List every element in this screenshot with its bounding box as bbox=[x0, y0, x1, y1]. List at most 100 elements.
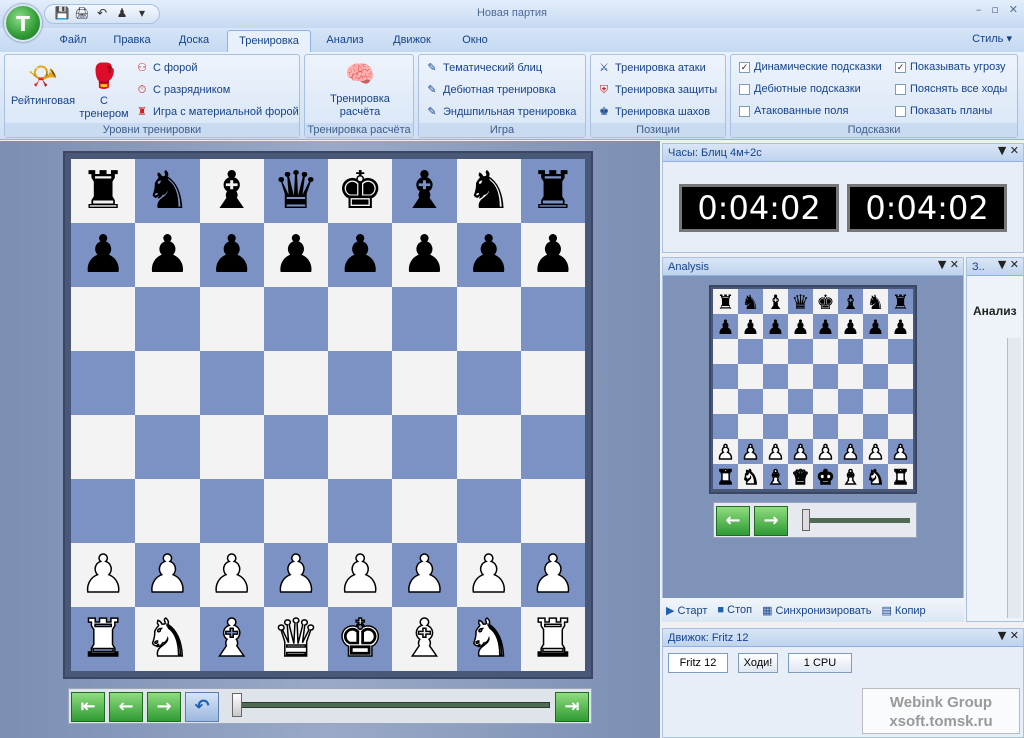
black-rook-icon[interactable]: ♜ bbox=[717, 292, 735, 312]
black-rook-icon[interactable]: ♜ bbox=[892, 292, 910, 312]
black-pawn-icon[interactable]: ♟ bbox=[717, 317, 735, 337]
white-bishop-icon[interactable]: ♝ bbox=[400, 612, 448, 666]
white-pawn-icon[interactable]: ♟ bbox=[465, 548, 513, 602]
board-square[interactable]: ♛ bbox=[263, 159, 328, 223]
board-square[interactable] bbox=[788, 339, 813, 364]
white-rook-icon[interactable]: ♜ bbox=[79, 612, 127, 666]
tab-engine[interactable]: Движок bbox=[382, 30, 442, 52]
black-pawn-icon[interactable]: ♟ bbox=[465, 229, 512, 281]
black-bishop-icon[interactable]: ♝ bbox=[401, 165, 448, 217]
board-square[interactable] bbox=[392, 287, 457, 351]
board-square[interactable] bbox=[328, 415, 393, 479]
white-pawn-icon[interactable]: ♟ bbox=[208, 548, 256, 602]
board-square[interactable] bbox=[713, 414, 738, 439]
board-square[interactable] bbox=[199, 479, 264, 543]
white-queen-icon[interactable]: ♛ bbox=[791, 466, 810, 488]
board-square[interactable] bbox=[788, 364, 813, 389]
pane-controls[interactable]: ▼ ✕ bbox=[938, 258, 959, 271]
board-square[interactable]: ♜ bbox=[888, 464, 913, 489]
attack-training-button[interactable]: ⚔ Тренировка атаки bbox=[597, 61, 706, 75]
white-bishop-icon[interactable]: ♝ bbox=[841, 466, 860, 488]
black-knight-icon[interactable]: ♞ bbox=[867, 292, 885, 312]
white-bishop-icon[interactable]: ♝ bbox=[766, 466, 785, 488]
board-square[interactable] bbox=[456, 479, 521, 543]
next-move-button[interactable]: → bbox=[147, 692, 181, 722]
board-square[interactable] bbox=[263, 287, 328, 351]
board-square[interactable] bbox=[520, 351, 585, 415]
white-pawn-icon[interactable]: ♟ bbox=[336, 548, 384, 602]
material-odds-button[interactable]: ♜ Игра с материальной форой bbox=[135, 105, 299, 119]
black-pawn-icon[interactable]: ♟ bbox=[867, 317, 885, 337]
board-square[interactable] bbox=[863, 389, 888, 414]
board-square[interactable]: ♞ bbox=[135, 159, 200, 223]
board-square[interactable]: ♟ bbox=[328, 543, 393, 607]
board-square[interactable]: ♚ bbox=[813, 289, 838, 314]
board-square[interactable]: ♞ bbox=[863, 289, 888, 314]
white-knight-icon[interactable]: ♞ bbox=[866, 466, 885, 488]
black-pawn-icon[interactable]: ♟ bbox=[144, 229, 191, 281]
board-square[interactable] bbox=[713, 339, 738, 364]
board-square[interactable] bbox=[863, 414, 888, 439]
board-square[interactable]: ♟ bbox=[520, 223, 585, 287]
board-square[interactable] bbox=[520, 415, 585, 479]
board-square[interactable]: ♟ bbox=[713, 314, 738, 339]
board-square[interactable] bbox=[763, 414, 788, 439]
board-square[interactable] bbox=[813, 339, 838, 364]
tab-analysis[interactable]: Анализ bbox=[318, 30, 372, 52]
board-square[interactable] bbox=[392, 351, 457, 415]
board-square[interactable] bbox=[888, 414, 913, 439]
board-square[interactable] bbox=[328, 479, 393, 543]
board-square[interactable]: ♟ bbox=[71, 543, 136, 607]
board-square[interactable]: ♟ bbox=[763, 439, 788, 464]
board-square[interactable]: ♞ bbox=[863, 464, 888, 489]
board-square[interactable]: ♟ bbox=[263, 543, 328, 607]
black-pawn-icon[interactable]: ♟ bbox=[401, 229, 448, 281]
board-square[interactable]: ♞ bbox=[738, 289, 763, 314]
board-square[interactable]: ♞ bbox=[135, 607, 200, 671]
calculation-training-button[interactable]: 🧠 Тренировка расчёта bbox=[313, 59, 407, 119]
board-square[interactable]: ♟ bbox=[863, 314, 888, 339]
white-knight-icon[interactable]: ♞ bbox=[143, 612, 191, 666]
board-square[interactable]: ♟ bbox=[713, 439, 738, 464]
white-pawn-icon[interactable]: ♟ bbox=[79, 548, 127, 602]
board-square[interactable] bbox=[813, 364, 838, 389]
analysis-board[interactable]: ♜ ♞ ♝ ♛ ♚ ♝ ♞ ♜ ♟ ♟ ♟ ♟ ♟ ♟ ♟ ♟ ♟ ♟ ♟ ♟ ♟ ♟ ♟ ♟ ♜ ♞ ♝ ♛ ♚ ♝ ♞ ♜ bbox=[713, 289, 913, 489]
black-bishop-icon[interactable]: ♝ bbox=[842, 292, 860, 312]
black-bishop-icon[interactable]: ♝ bbox=[767, 292, 785, 312]
black-queen-icon[interactable]: ♛ bbox=[792, 292, 810, 312]
endgame-training-button[interactable]: ✎ Эндшпильная тренировка bbox=[425, 105, 576, 119]
sync-button[interactable]: ▦ Синхронизировать bbox=[762, 604, 871, 617]
board-square[interactable] bbox=[135, 287, 200, 351]
move-slider-track[interactable] bbox=[232, 702, 550, 708]
pane-controls[interactable]: ▼ ✕ bbox=[998, 144, 1019, 157]
thematic-blitz-button[interactable]: ✎ Тематический блиц bbox=[425, 61, 542, 75]
board-square[interactable]: ♝ bbox=[199, 159, 264, 223]
board-square[interactable] bbox=[392, 415, 457, 479]
board-square[interactable] bbox=[863, 364, 888, 389]
rating-game-button[interactable]: 📯 Рейтинговая bbox=[7, 61, 79, 108]
black-pawn-icon[interactable]: ♟ bbox=[892, 317, 910, 337]
board-square[interactable]: ♞ bbox=[456, 607, 521, 671]
board-square[interactable]: ♞ bbox=[456, 159, 521, 223]
tab-file[interactable]: Файл bbox=[50, 30, 96, 52]
board-square[interactable]: ♝ bbox=[199, 607, 264, 671]
board-square[interactable]: ♜ bbox=[713, 289, 738, 314]
white-bishop-icon[interactable]: ♝ bbox=[208, 612, 256, 666]
board-square[interactable] bbox=[199, 351, 264, 415]
black-knight-icon[interactable]: ♞ bbox=[742, 292, 760, 312]
black-king-icon[interactable]: ♚ bbox=[337, 165, 384, 217]
board-square[interactable] bbox=[328, 287, 393, 351]
board-square[interactable] bbox=[863, 339, 888, 364]
board-square[interactable] bbox=[838, 339, 863, 364]
board-square[interactable] bbox=[713, 364, 738, 389]
board-square[interactable] bbox=[71, 351, 136, 415]
white-king-icon[interactable]: ♚ bbox=[816, 466, 835, 488]
white-rook-icon[interactable]: ♜ bbox=[716, 466, 735, 488]
board-square[interactable] bbox=[71, 287, 136, 351]
style-menu[interactable]: Стиль ▾ bbox=[972, 32, 1012, 45]
maximize-icon[interactable]: ▫ bbox=[991, 3, 998, 16]
board-square[interactable] bbox=[71, 479, 136, 543]
white-queen-icon[interactable]: ♛ bbox=[272, 612, 320, 666]
board-square[interactable] bbox=[763, 364, 788, 389]
black-pawn-icon[interactable]: ♟ bbox=[530, 229, 577, 281]
